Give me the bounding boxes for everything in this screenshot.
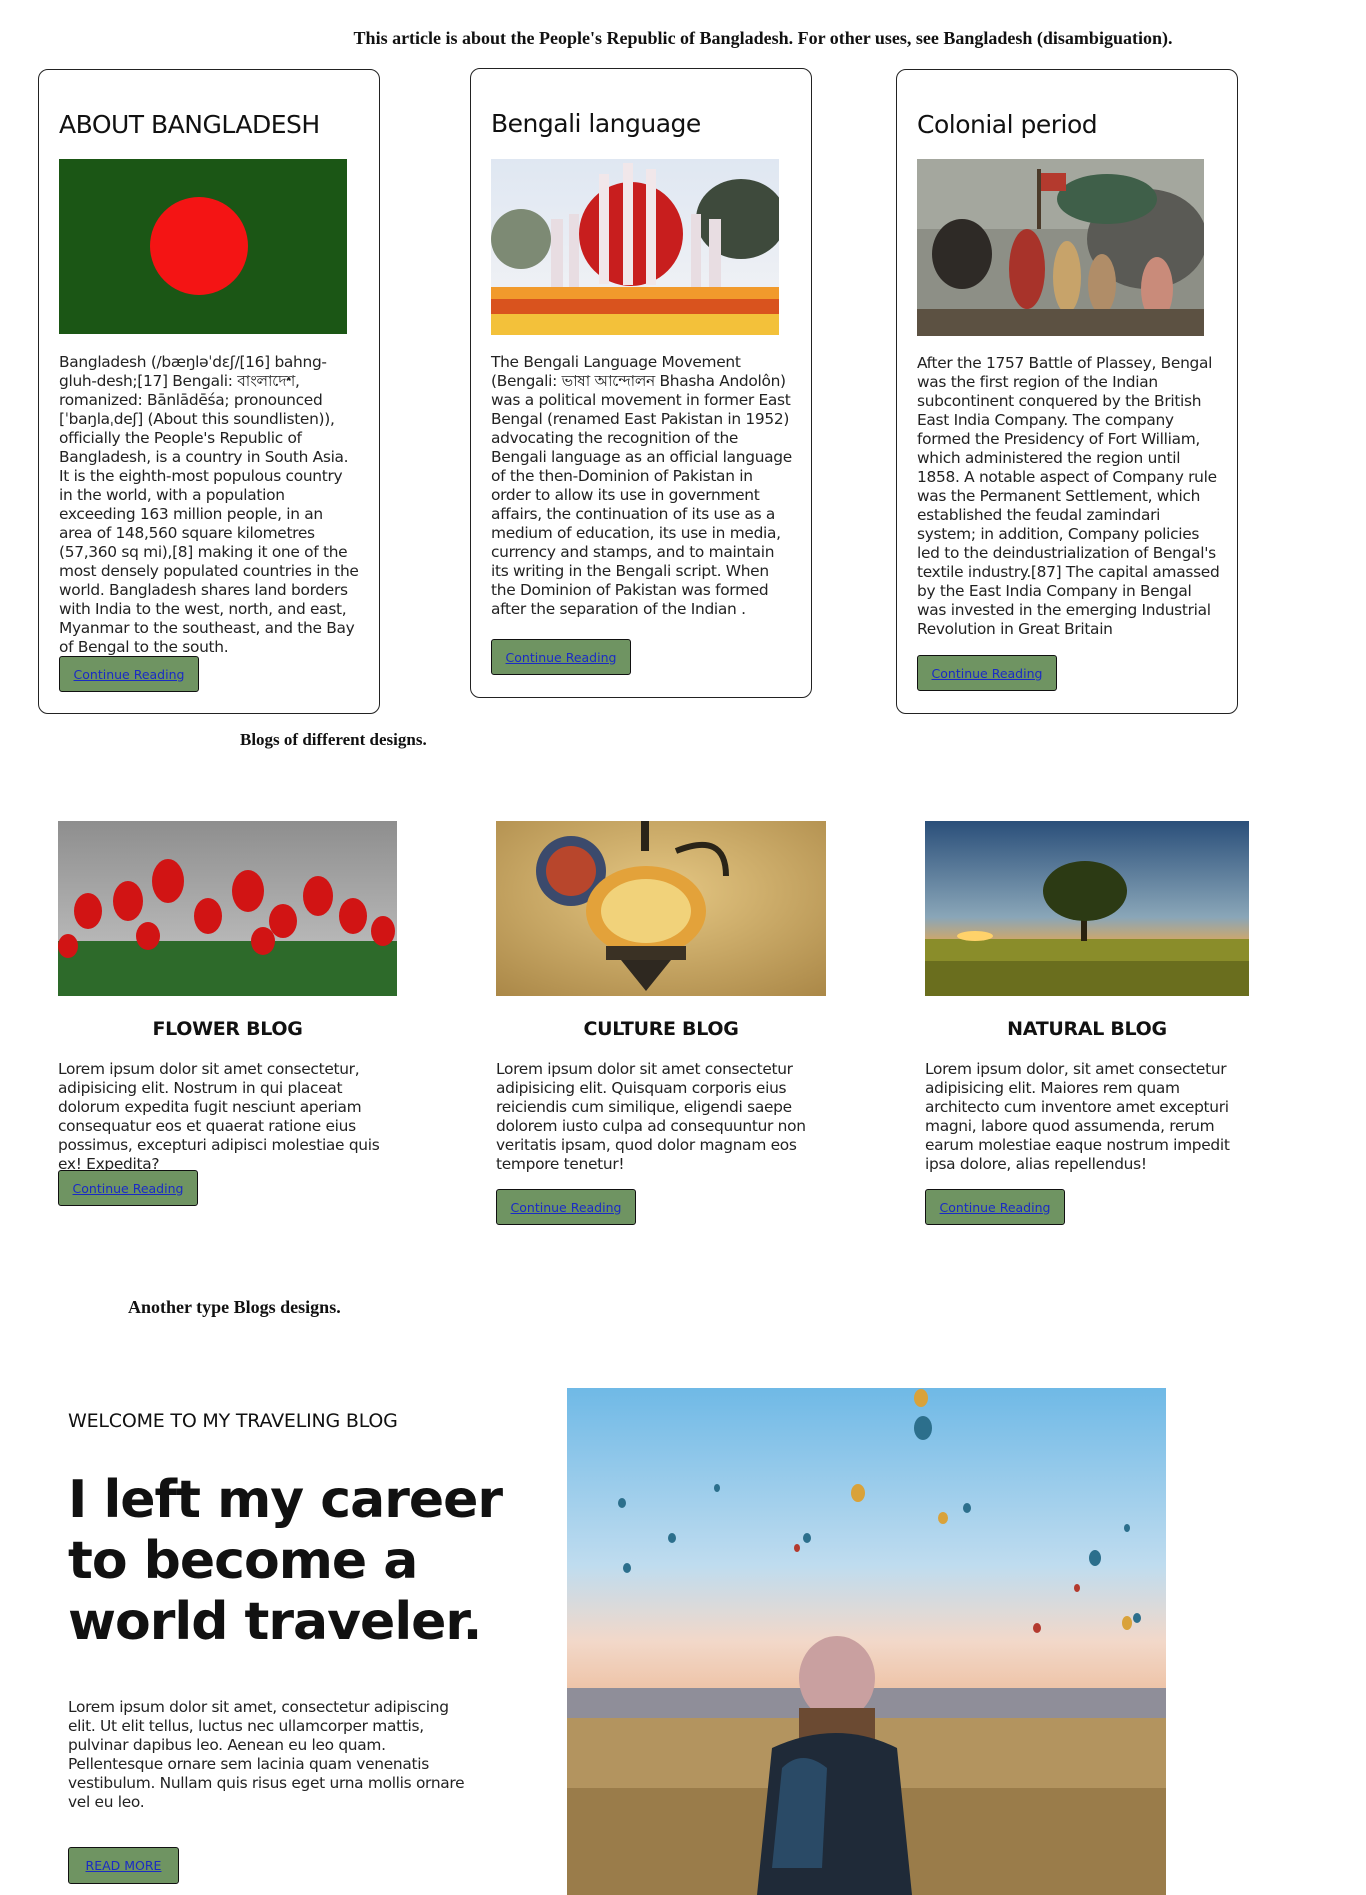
disambiguation-notice: This article is about the People's Repub…	[353, 28, 1173, 48]
blog-title: NATURAL BLOG	[1007, 1018, 1167, 1040]
continue-reading-button[interactable]: Continue Reading	[58, 1170, 198, 1206]
section-heading-another: Another type Blogs designs.	[128, 1297, 341, 1317]
sunset-tree-image	[925, 821, 1249, 996]
continue-reading-button[interactable]: Continue Reading	[496, 1189, 636, 1225]
mosaic-lamp-image	[496, 821, 826, 996]
shaheed-minar-image	[491, 159, 779, 335]
blog-text: Lorem ipsum dolor sit amet consectetur, …	[58, 1060, 380, 1173]
blog-text: Lorem ipsum dolor sit amet consectetur a…	[496, 1060, 806, 1173]
card-text: The Bengali Language Movement (Bengali: …	[491, 353, 792, 618]
continue-reading-button[interactable]: Continue Reading	[491, 639, 631, 675]
card-bengali-language: Bengali language The Bengali Language Mo…	[470, 68, 812, 698]
continue-reading-link[interactable]: Continue Reading	[932, 666, 1043, 681]
card-about-bangladesh: ABOUT BANGLADESH Bangladesh (/bæŋləˈdɛʃ/…	[38, 69, 380, 714]
hero-text: Lorem ipsum dolor sit amet, consectetur …	[68, 1698, 465, 1811]
traveler-balloons-image	[567, 1388, 1166, 1895]
blog-text: Lorem ipsum dolor, sit amet consectetur …	[925, 1060, 1230, 1173]
card-title: Colonial period	[917, 110, 1098, 139]
continue-reading-link[interactable]: Continue Reading	[73, 1181, 184, 1196]
colonial-painting-image	[917, 159, 1204, 336]
continue-reading-link[interactable]: Continue Reading	[506, 650, 617, 665]
card-colonial-period: Colonial period After the 1757 Battle of…	[896, 69, 1238, 714]
card-text: After the 1757 Battle of Plassey, Bengal…	[917, 354, 1220, 638]
continue-reading-link[interactable]: Continue Reading	[74, 667, 185, 682]
read-more-link[interactable]: READ MORE	[86, 1858, 162, 1873]
read-more-button[interactable]: READ MORE	[68, 1847, 179, 1884]
blog-title: CULTURE BLOG	[583, 1018, 739, 1040]
continue-reading-link[interactable]: Continue Reading	[511, 1200, 622, 1215]
continue-reading-button[interactable]: Continue Reading	[917, 655, 1057, 691]
continue-reading-link[interactable]: Continue Reading	[940, 1200, 1051, 1215]
red-tulips-image	[58, 821, 397, 996]
section-heading-blogs: Blogs of different designs.	[240, 730, 427, 749]
bangladesh-flag-image	[59, 159, 347, 334]
card-title: ABOUT BANGLADESH	[59, 110, 320, 139]
hero-title: I left my career to become a world trave…	[68, 1470, 503, 1652]
blog-title: FLOWER BLOG	[152, 1018, 303, 1040]
hero-kicker: WELCOME TO MY TRAVELING BLOG	[68, 1410, 398, 1432]
continue-reading-button[interactable]: Continue Reading	[59, 656, 199, 692]
continue-reading-button[interactable]: Continue Reading	[925, 1189, 1065, 1225]
card-title: Bengali language	[491, 109, 701, 138]
card-text: Bangladesh (/bæŋləˈdɛʃ/[16] bahng-gluh-d…	[59, 353, 359, 656]
